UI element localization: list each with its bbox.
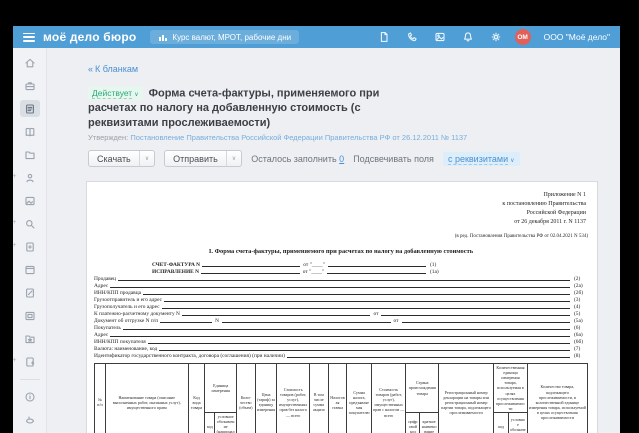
book-icon: [24, 126, 36, 138]
chart-bars-icon: [158, 33, 168, 42]
media-icon: [24, 310, 36, 322]
sidebar-item-info[interactable]: [20, 388, 40, 405]
sidebar-item-contractors[interactable]: +: [20, 169, 40, 186]
sidebar-item-webinars[interactable]: [20, 261, 40, 278]
form-line-1а: ИСПРАВЛЕНИЕ Nот "____"(1а): [152, 268, 444, 275]
sidebar-item-briefcase[interactable]: [20, 77, 40, 94]
sidebar-item-media[interactable]: [20, 307, 40, 324]
approved-line: Утвержден: Постановление Правительства Р…: [88, 133, 606, 142]
chevron-down-icon: ∨: [134, 92, 138, 98]
bell-icon[interactable]: [462, 31, 474, 43]
back-to-forms-link[interactable]: « К бланкам: [88, 64, 138, 74]
form-line-5а: Документ об отгрузке N п/пNот(5а): [94, 317, 588, 324]
menu-icon[interactable]: [23, 33, 35, 42]
form-line-6: Покупатель(6): [94, 324, 588, 331]
company-name[interactable]: ООО "Моё дело": [544, 32, 610, 42]
doc-edit-icon: [24, 287, 36, 299]
file-icon[interactable]: [378, 31, 390, 43]
back-arrow-icon: «: [88, 64, 93, 74]
sidebar-item-knowledge-base[interactable]: [20, 123, 40, 140]
form-line-3: Грузоотправитель и его адрес(3): [94, 296, 588, 303]
gallery-icon[interactable]: [434, 31, 446, 43]
browser-icon: [24, 264, 36, 276]
sidebar-item-new-document[interactable]: +: [20, 238, 40, 255]
forms-icon: [24, 103, 36, 115]
plus-icon: +: [13, 219, 17, 226]
edition-note: (в ред. Постановления Правительства РФ о…: [94, 234, 588, 239]
doc-plus-icon: [24, 241, 36, 253]
form-line-1: СЧЕТ-ФАКТУРА Nот "____"(1): [152, 261, 444, 268]
person-icon: [24, 172, 36, 184]
gear-icon[interactable]: [490, 31, 502, 43]
file-add-icon: [24, 356, 36, 368]
phone-icon[interactable]: [406, 31, 418, 43]
form-section-title: I. Форма счета-фактуры, применяемого при…: [94, 248, 588, 255]
folder-star-icon: [24, 333, 36, 345]
form-line-6а: Адрес(6а): [94, 331, 588, 338]
sidebar: +++++···: [13, 48, 47, 433]
remaining-count-link[interactable]: 0: [339, 154, 344, 164]
form-line-2: Продавец(2): [94, 275, 588, 282]
info-icon: [24, 391, 36, 403]
form-line-7: Валюта: наименование, код(7): [94, 345, 588, 352]
image-icon: [24, 195, 36, 207]
top-bar: моё дело бюро Курс валют, МРОТ, рабочие …: [13, 26, 620, 48]
sidebar-item-support[interactable]: [20, 411, 40, 428]
search-icon: [24, 218, 36, 230]
chevron-down-icon: ∨: [510, 158, 514, 164]
highlight-fields-label: Подсвечивать поля: [353, 154, 434, 164]
form-line-2а: Адрес(2а): [94, 282, 588, 289]
appendix-block: Приложение N 1 к постановлению Правитель…: [94, 191, 586, 227]
rates-button[interactable]: Курс валют, МРОТ, рабочие дни: [150, 30, 299, 44]
remaining-to-fill: Осталось заполнить 0: [251, 154, 344, 164]
sidebar-item-bookmarks[interactable]: [20, 330, 40, 347]
send-button[interactable]: Отправить ∨: [164, 150, 242, 167]
document-preview[interactable]: Приложение N 1 к постановлению Правитель…: [86, 181, 598, 433]
form-line-4: Грузополучатель и его адрес(4): [94, 303, 588, 310]
send-dropdown-icon[interactable]: ∨: [226, 151, 241, 166]
sidebar-divider: [20, 379, 40, 380]
approved-regulation-link[interactable]: Постановление Правительства Российской Ф…: [130, 133, 467, 142]
sidebar-item-documents[interactable]: [20, 146, 40, 163]
download-button[interactable]: Скачать ∨: [88, 150, 155, 167]
avatar[interactable]: ОМ: [515, 29, 531, 45]
folder-icon: [24, 149, 36, 161]
sidebar-item-reports[interactable]: [20, 192, 40, 209]
download-dropdown-icon[interactable]: ∨: [139, 151, 154, 166]
sidebar-item-search[interactable]: +: [20, 215, 40, 232]
invoice-table: № п/пНаименование товара (описание выпол…: [94, 363, 588, 433]
sidebar-item-file-add[interactable]: +: [20, 353, 40, 370]
app-window: моё дело бюро Курс валют, МРОТ, рабочие …: [13, 26, 620, 433]
window-frame: моё дело бюро Курс валют, МРОТ, рабочие …: [0, 0, 639, 433]
plus-icon: +: [13, 242, 17, 249]
sidebar-item-home[interactable]: [20, 54, 40, 71]
form-line-8: Идентификатор государственного контракта…: [94, 352, 588, 359]
sidebar-item-editor[interactable]: [20, 284, 40, 301]
form-line-2б: ИНН/КПП продавца(2б): [94, 289, 588, 296]
briefcase-icon: [24, 80, 36, 92]
plus-icon: +: [13, 357, 17, 364]
variant-dropdown[interactable]: с реквизитами∨: [443, 152, 520, 166]
plus-icon: +: [13, 173, 17, 180]
form-line-5: К платежно-расчетному документу Nот(5): [94, 310, 588, 317]
status-badge[interactable]: Действует∨: [88, 86, 143, 100]
home-icon: [24, 57, 36, 69]
main-content: « К бланкам Действует∨Форма счета-фактур…: [47, 48, 620, 433]
form-requisites: СЧЕТ-ФАКТУРА Nот "____"(1)ИСПРАВЛЕНИЕ Nо…: [94, 261, 588, 359]
sidebar-item-forms[interactable]: [20, 100, 40, 117]
support-icon: [24, 414, 36, 426]
toolbar: Скачать ∨ Отправить ∨ Осталось заполнить…: [88, 150, 606, 167]
form-line-6б: ИНН/КПП покупателя(6б): [94, 338, 588, 345]
app-logo[interactable]: моё дело бюро: [43, 30, 136, 44]
